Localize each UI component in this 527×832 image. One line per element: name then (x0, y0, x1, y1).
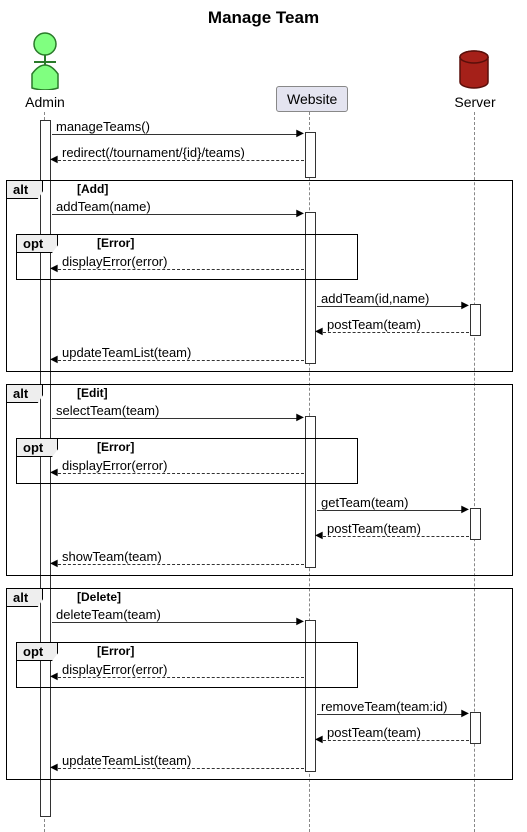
msg-selectTeam: selectTeam(team) ▶ (52, 418, 304, 436)
diagram-body: manageTeams() ▶ redirect(/tournament/{id… (0, 112, 527, 832)
msg-edit-err: displayError(error) ◀ (52, 473, 304, 491)
msg-postTeam-edit: postTeam(team) ◀ (317, 536, 469, 554)
frame-cond: [Error] (97, 644, 134, 658)
frame-cond: [Edit] (77, 386, 108, 400)
msg-deleteTeam: deleteTeam(team) ▶ (52, 622, 304, 640)
msg-showTeam: showTeam(team) ◀ (52, 564, 304, 582)
participants-row: Admin Website Server (0, 32, 527, 112)
msg-label: redirect(/tournament/{id}/teams) (62, 145, 245, 160)
frame-cond: [Error] (97, 236, 134, 250)
activation-web-1 (305, 132, 316, 178)
frame-cond: [Error] (97, 440, 134, 454)
activation-srv-add (470, 304, 481, 336)
msg-label: showTeam(team) (62, 549, 162, 564)
msg-del-err: displayError(error) ◀ (52, 677, 304, 695)
msg-label: updateTeamList(team) (62, 345, 191, 360)
msg-add-err: displayError(error) ◀ (52, 269, 304, 287)
activation-srv-edit (470, 508, 481, 540)
frame-tag: opt (17, 439, 58, 457)
admin-label: Admin (20, 94, 70, 110)
frame-cond: [Add] (77, 182, 108, 196)
msg-label: displayError(error) (62, 662, 167, 677)
msg-label: displayError(error) (62, 458, 167, 473)
server-label: Server (450, 94, 500, 110)
msg-label: postTeam(team) (327, 317, 421, 332)
msg-label: updateTeamList(team) (62, 753, 191, 768)
frame-tag: opt (17, 235, 58, 253)
msg-label: getTeam(team) (321, 495, 408, 510)
msg-label: addTeam(name) (56, 199, 151, 214)
website-participant: Website (276, 86, 348, 112)
msg-label: displayError(error) (62, 254, 167, 269)
msg-label: selectTeam(team) (56, 403, 159, 418)
msg-label: addTeam(id,name) (321, 291, 429, 306)
msg-label: manageTeams() (56, 119, 150, 134)
msg-postTeam-del: postTeam(team) ◀ (317, 740, 469, 758)
frame-cond: [Delete] (77, 590, 121, 604)
frame-tag: alt (7, 589, 43, 607)
frame-tag: alt (7, 385, 43, 403)
msg-label: deleteTeam(team) (56, 607, 161, 622)
msg-label: postTeam(team) (327, 725, 421, 740)
server-db-icon (458, 50, 490, 93)
msg-updateList-del: updateTeamList(team) ◀ (52, 768, 304, 786)
msg-updateList-add: updateTeamList(team) ◀ (52, 360, 304, 378)
msg-label: postTeam(team) (327, 521, 421, 536)
frame-tag: opt (17, 643, 58, 661)
msg-addTeam: addTeam(name) ▶ (52, 214, 304, 232)
msg-redirect: redirect(/tournament/{id}/teams) ◀ (52, 160, 304, 178)
msg-label: removeTeam(team:id) (321, 699, 447, 714)
admin-actor-icon (30, 32, 60, 93)
msg-postTeam-add: postTeam(team) ◀ (317, 332, 469, 350)
activation-srv-del (470, 712, 481, 744)
frame-tag: alt (7, 181, 43, 199)
diagram-title: Manage Team (0, 0, 527, 32)
